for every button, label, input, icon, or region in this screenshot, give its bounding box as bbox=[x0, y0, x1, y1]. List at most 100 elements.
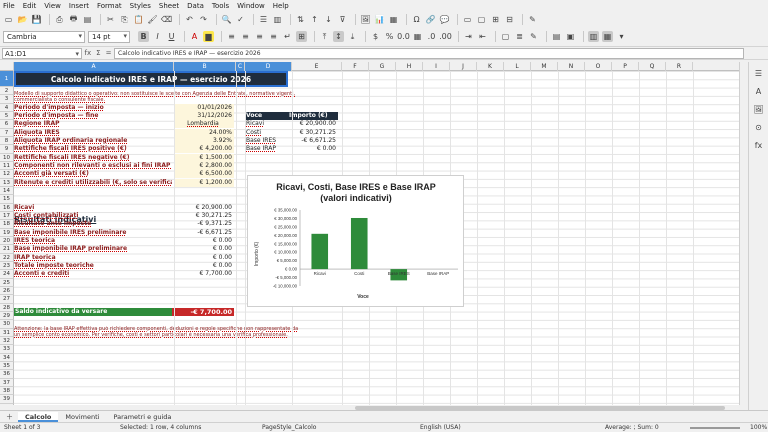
result-value[interactable]: -€ 6,671.25 bbox=[174, 229, 234, 237]
redo-icon[interactable]: ↷ bbox=[198, 14, 209, 25]
column-header[interactable]: O bbox=[585, 62, 612, 71]
delete-decimal-icon[interactable]: .00 bbox=[439, 31, 452, 42]
row-header[interactable]: 10 bbox=[0, 154, 14, 162]
decrease-indent-icon[interactable]: ⇤ bbox=[477, 31, 488, 42]
input-label[interactable]: Periodo d'imposta — inizio bbox=[14, 104, 172, 112]
disclaimer-note[interactable]: Attenzione: la base IRAP effettiva può r… bbox=[14, 326, 304, 340]
row-header[interactable]: 36 bbox=[0, 370, 14, 379]
format-date-icon[interactable]: ▦ bbox=[412, 31, 423, 42]
row-header[interactable]: 30 bbox=[0, 320, 14, 329]
autofilter-icon[interactable]: ⊽ bbox=[337, 14, 348, 25]
column-header[interactable]: B bbox=[174, 62, 236, 71]
input-label[interactable]: Periodo d'imposta — fine bbox=[14, 112, 172, 120]
row-header[interactable]: 23 bbox=[0, 262, 14, 270]
column-header[interactable]: A bbox=[14, 62, 174, 71]
sheet-title[interactable]: Calcolo indicativo IRES e IRAP — eserciz… bbox=[14, 71, 288, 87]
row-header[interactable]: 14 bbox=[0, 187, 14, 195]
input-value[interactable]: € 2,800.00 bbox=[174, 162, 234, 170]
result-value[interactable]: € 0.00 bbox=[174, 262, 234, 270]
input-value[interactable]: € 6,500.00 bbox=[174, 170, 234, 178]
borders-icon[interactable]: ▢ bbox=[500, 31, 511, 42]
row-header[interactable]: 9 bbox=[0, 145, 14, 154]
row-header[interactable]: 39 bbox=[0, 395, 14, 404]
chart-icon[interactable]: 📊 bbox=[374, 14, 385, 25]
row-header[interactable]: 2 bbox=[0, 87, 14, 95]
column-header[interactable]: H bbox=[396, 62, 423, 71]
clear-format-icon[interactable]: ⌫ bbox=[161, 14, 172, 25]
align-center-icon[interactable]: ≡ bbox=[240, 31, 251, 42]
properties-icon[interactable]: ☰ bbox=[754, 68, 764, 78]
pivot-table-icon[interactable]: ▦ bbox=[388, 14, 399, 25]
row-header[interactable]: 31 bbox=[0, 329, 14, 337]
column-header[interactable]: M bbox=[531, 62, 558, 71]
format-number-icon[interactable]: 0.0 bbox=[397, 31, 410, 42]
row-header[interactable]: 4 bbox=[0, 104, 14, 112]
font-name-combo[interactable]: Cambria bbox=[3, 30, 85, 43]
result-label[interactable]: Ricavi bbox=[14, 204, 172, 212]
add-decimal-icon[interactable]: .0 bbox=[426, 31, 437, 42]
align-left-icon[interactable]: ≡ bbox=[226, 31, 237, 42]
row-header[interactable]: 32 bbox=[0, 337, 14, 345]
row-header[interactable]: 22 bbox=[0, 254, 14, 262]
paste-icon[interactable]: 📋 bbox=[133, 14, 144, 25]
row-header[interactable]: 7 bbox=[0, 129, 14, 137]
summary-label[interactable]: Costi bbox=[245, 129, 288, 137]
column-header[interactable]: K bbox=[477, 62, 504, 71]
column-header[interactable]: C bbox=[236, 62, 245, 71]
summary-label[interactable]: Ricavi bbox=[245, 120, 288, 128]
row-header[interactable]: 19 bbox=[0, 229, 14, 237]
clone-format-icon[interactable]: 🖌 bbox=[147, 14, 158, 25]
input-label[interactable]: Componenti non rilevanti o esclusi ai fi… bbox=[14, 162, 172, 170]
vertical-scrollbar[interactable] bbox=[739, 62, 748, 405]
export-pdf-icon[interactable]: ⎙ bbox=[54, 14, 65, 25]
row-header[interactable]: 8 bbox=[0, 137, 14, 145]
summary-value[interactable]: € 20,900.00 bbox=[288, 120, 338, 128]
sort-descending-icon[interactable]: ↓ bbox=[323, 14, 334, 25]
column-header[interactable]: Q bbox=[639, 62, 666, 71]
summary-value[interactable]: € 0.00 bbox=[288, 145, 338, 153]
row-header[interactable]: 29 bbox=[0, 312, 14, 320]
open-icon[interactable]: 📂 bbox=[17, 14, 28, 25]
row-header[interactable]: 27 bbox=[0, 295, 14, 304]
column-header[interactable]: I bbox=[423, 62, 450, 71]
row-header[interactable]: 13 bbox=[0, 179, 14, 187]
result-label[interactable]: Acconti e crediti bbox=[14, 270, 172, 278]
input-value[interactable]: € 1,200.00 bbox=[174, 179, 234, 187]
row-header[interactable]: 15 bbox=[0, 195, 14, 204]
merge-center-icon[interactable]: ⊞ bbox=[296, 31, 307, 42]
format-percent-icon[interactable]: % bbox=[384, 31, 395, 42]
column-header[interactable]: D bbox=[245, 62, 292, 71]
input-value[interactable]: Lombardia bbox=[174, 120, 234, 128]
input-label[interactable]: Rettifiche fiscali IRES negative (€) bbox=[14, 154, 172, 162]
zoom-slider[interactable] bbox=[690, 427, 740, 429]
styles-panel-icon[interactable]: A bbox=[754, 86, 764, 96]
input-label[interactable]: Regione IRAP bbox=[14, 120, 172, 128]
column-icon[interactable]: ▥ bbox=[272, 14, 283, 25]
row-header[interactable]: 25 bbox=[0, 279, 14, 287]
input-value[interactable]: € 4,200.00 bbox=[174, 145, 234, 153]
spelling-icon[interactable]: ✓ bbox=[235, 14, 246, 25]
column-header[interactable]: J bbox=[450, 62, 477, 71]
summary-value[interactable]: € 30,271.25 bbox=[288, 129, 338, 137]
row-header[interactable]: 5 bbox=[0, 112, 14, 120]
input-value[interactable]: 31/12/2026 bbox=[174, 112, 234, 120]
summary-label[interactable]: Base IRAP bbox=[245, 145, 288, 153]
result-label[interactable]: Totale imposte teoriche bbox=[14, 262, 172, 270]
sum-icon[interactable]: Σ bbox=[96, 49, 100, 57]
result-value[interactable]: € 7,700.00 bbox=[174, 270, 234, 278]
row-header[interactable]: 16 bbox=[0, 204, 14, 212]
format-currency-icon[interactable]: $ bbox=[370, 31, 381, 42]
add-sheet-icon[interactable]: ＋ bbox=[4, 411, 15, 422]
result-label[interactable]: Base imponibile IRES preliminare bbox=[14, 229, 172, 237]
row-header[interactable]: 33 bbox=[0, 345, 14, 354]
input-label[interactable]: Ritenute e crediti utilizzabili (€, solo… bbox=[14, 179, 172, 187]
row-header[interactable]: 20 bbox=[0, 237, 14, 245]
row-header[interactable]: 3 bbox=[0, 95, 14, 104]
balance-value[interactable]: -€ 7,700.00 bbox=[172, 308, 234, 316]
undo-icon[interactable]: ↶ bbox=[184, 14, 195, 25]
functions-icon[interactable]: fx bbox=[754, 140, 764, 150]
comment-icon[interactable]: 💬 bbox=[439, 14, 450, 25]
grid-lines-icon[interactable]: ▦ bbox=[602, 31, 613, 42]
row-header[interactable]: 28 bbox=[0, 304, 14, 312]
new-icon[interactable]: ▭ bbox=[3, 14, 14, 25]
